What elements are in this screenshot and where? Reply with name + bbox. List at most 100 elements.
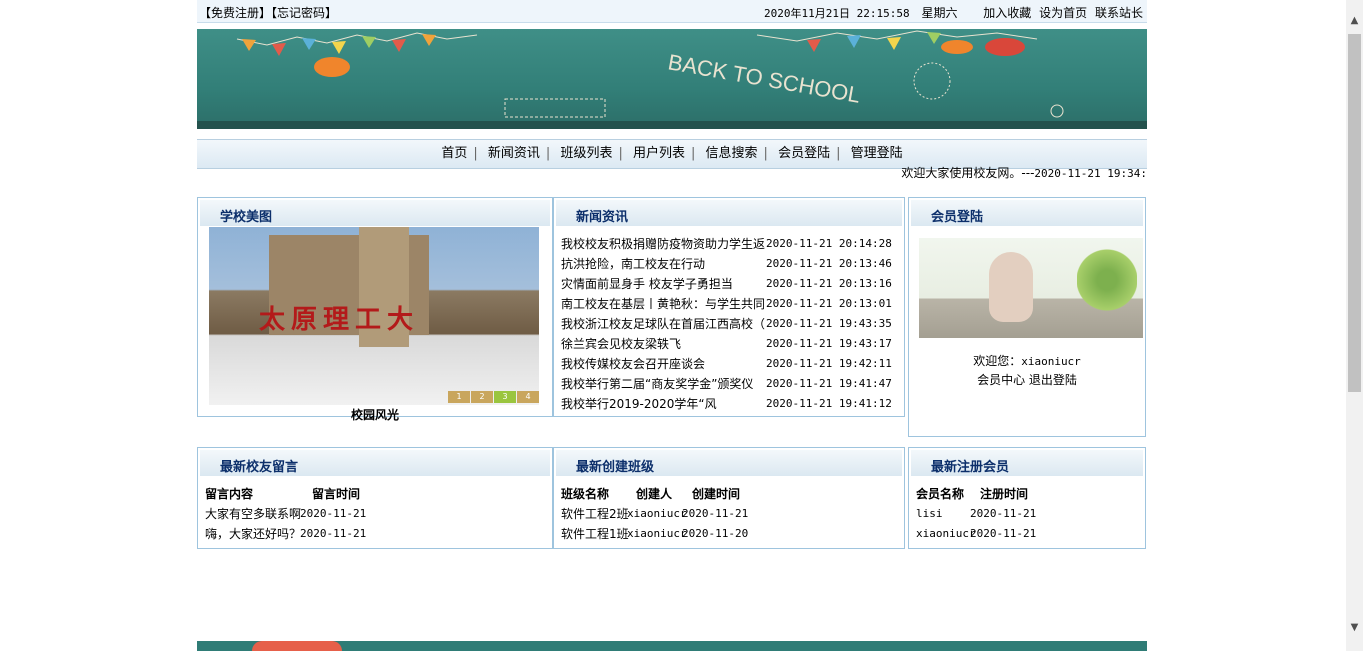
contact-admin-link[interactable]: 联系站长 [1095,6,1143,20]
panel-title: 会员登陆 [931,210,984,225]
slideshow-pager: 1 2 3 4 [447,391,539,403]
class-name-link[interactable]: 软件工程2班 [561,504,629,524]
latest-messages-panel: 最新校友留言 留言内容 留言时间 大家有空多联系啊 2020-11-21 嗨，大… [197,447,553,549]
message-content-link[interactable]: 嗨，大家还好吗？ [205,524,301,544]
nav-item-users[interactable]: 用户列表 [629,140,689,168]
scrollbar-thumb[interactable] [1348,34,1361,392]
slide-dot-3[interactable]: 3 [494,391,516,403]
news-item: 灾情面前显身手 校友学子勇担当 2020-11-21 20:13:16 [561,274,892,294]
marquee-text: 欢迎大家使用校友网。--- [901,166,1035,180]
slide-dot-2[interactable]: 2 [471,391,493,403]
news-title-link[interactable]: 我校举行第二届“商友奖学金”颁奖仪 [561,374,766,394]
panel-title: 学校美图 [220,210,273,225]
footer-banner-image [197,641,1147,651]
news-title-link[interactable]: 抗洪抢险，南工校友在行动 [561,254,766,274]
member-banner-image [919,238,1143,338]
news-title-link[interactable]: 我校校友积极捐赠防疫物资助力学生返 [561,234,766,254]
forgot-password-link[interactable]: 【忘记密码】 [271,6,337,20]
class-created-time: 2020-11-20 [682,527,749,540]
message-time: 2020-11-21 [300,527,367,540]
news-item: 南工校友在基层丨黄艳秋：与学生共同 2020-11-21 20:13:01 [561,294,892,314]
panel-header: 最新校友留言 [200,450,550,476]
panel-title: 最新校友留言 [220,460,299,475]
news-item: 我校举行2019-2020学年“风 2020-11-21 19:41:12 [561,394,892,414]
panel-title: 最新创建班级 [576,460,655,475]
news-date: 2020-11-21 19:41:12 [766,397,892,410]
news-list: 我校校友积极捐赠防疫物资助力学生返 2020-11-21 20:14:28 抗洪抢… [561,234,892,414]
nav-separator: | [473,146,478,161]
panel-header: 最新注册会员 [911,450,1143,476]
marquee-time: 2020-11-21 19:34: [1034,167,1147,180]
news-title-link[interactable]: 南工校友在基层丨黄艳秋：与学生共同 [561,294,766,314]
news-item: 我校举行第二届“商友奖学金”颁奖仪 2020-11-21 19:41:47 [561,374,892,394]
welcome-marquee: 欢迎大家使用校友网。---2020-11-21 19:34: [747,164,1147,181]
register-link[interactable]: 【免费注册】 [199,6,271,20]
slide-dot-1[interactable]: 1 [448,391,470,403]
banner-chalk-tray [197,121,1147,129]
class-name-link[interactable]: 软件工程1班 [561,524,629,544]
member-name-link[interactable]: lisi [916,504,943,524]
logout-link[interactable]: 退出登陆 [1029,373,1077,387]
latest-classes-panel: 最新创建班级 班级名称 创建人 创建时间 软件工程2班 xiaoniucr 20… [553,447,905,549]
nav-item-news[interactable]: 新闻资讯 [484,140,544,168]
school-photos-panel: 学校美图 太原理工大 1 2 3 4 校园风光 [197,197,553,422]
member-register-time: 2020-11-21 [970,507,1037,520]
news-date: 2020-11-21 19:43:35 [766,317,892,330]
news-title-link[interactable]: 我校举行2019-2020学年“风 [561,394,766,414]
top-bar: 【免费注册】【忘记密码】 2020年11月21日 22:15:58 星期六 加入… [197,0,1147,23]
current-weekday: 星期六 [921,6,958,20]
member-info: 欢迎您：xiaoniucr 会员中心 退出登陆 [909,352,1145,389]
news-item: 徐兰宾会见校友梁轶飞 2020-11-21 19:43:17 [561,334,892,354]
news-title-link[interactable]: 我校传媒校友会召开座谈会 [561,354,766,374]
news-date: 2020-11-21 20:14:28 [766,237,892,250]
member-register-time: 2020-11-21 [970,527,1037,540]
page-scrollbar[interactable]: ▲ ▼ [1346,0,1363,651]
ivy-leaves-shape [1077,240,1137,320]
nav-separator: | [618,146,623,161]
column-header: 留言时间 [312,487,361,501]
scroll-down-icon[interactable]: ▼ [1346,619,1363,636]
news-date: 2020-11-21 20:13:01 [766,297,892,310]
column-header: 会员名称 [916,487,965,501]
current-datetime: 2020年11月21日 22:15:58 [764,7,910,20]
class-creator: xiaoniucr [627,527,687,540]
news-item: 我校浙江校友足球队在首届江西高校（ 2020-11-21 19:43:35 [561,314,892,334]
nav-separator: | [545,146,551,161]
photo-caption: 校园风光 [350,408,399,422]
column-header: 班级名称 [561,487,610,501]
news-item: 抗洪抢险，南工校友在行动 2020-11-21 20:13:46 [561,254,892,274]
campus-sign-text: 太原理工大 [259,305,420,335]
panel-header: 学校美图 [200,200,550,226]
news-date: 2020-11-21 20:13:16 [766,277,892,290]
set-homepage-link[interactable]: 设为首页 [1039,6,1087,20]
news-item: 我校传媒校友会召开座谈会 2020-11-21 19:42:11 [561,354,892,374]
bunny-toy-shape [989,252,1033,322]
panel-header: 新闻资讯 [556,200,902,226]
news-date: 2020-11-21 19:41:47 [766,377,892,390]
slide-dot-4[interactable]: 4 [517,391,539,403]
top-bar-left: 【免费注册】【忘记密码】 [199,4,337,21]
news-title-link[interactable]: 我校浙江校友足球队在首届江西高校（ [561,314,766,334]
column-header: 创建时间 [692,487,741,501]
panel-header: 会员登陆 [911,200,1143,226]
campus-photo-slideshow[interactable]: 太原理工大 1 2 3 4 [209,227,539,405]
nav-item-home[interactable]: 首页 [437,140,471,168]
news-title-link[interactable]: 灾情面前显身手 校友学子勇担当 [561,274,766,294]
column-header: 注册时间 [980,487,1029,501]
logged-in-username: xiaoniucr [1021,355,1081,368]
member-name-link[interactable]: xiaoniucr [916,524,976,544]
panel-title: 最新注册会员 [931,460,1010,475]
member-center-link[interactable]: 会员中心 [977,373,1025,387]
svg-text:BACK TO SCHOOL: BACK TO SCHOOL [666,49,862,107]
news-date: 2020-11-21 19:42:11 [766,357,892,370]
news-date: 2020-11-21 20:13:46 [766,257,892,270]
class-created-time: 2020-11-21 [682,507,749,520]
message-content-link[interactable]: 大家有空多联系啊 [205,504,301,524]
nav-item-classes[interactable]: 班级列表 [556,140,616,168]
welcome-label: 欢迎您： [973,354,1022,368]
news-title-link[interactable]: 徐兰宾会见校友梁轶飞 [561,334,766,354]
top-bar-right: 2020年11月21日 22:15:58 星期六 加入收藏 设为首页 联系站长 [764,4,1143,21]
scroll-up-icon[interactable]: ▲ [1346,12,1363,29]
add-favorite-link[interactable]: 加入收藏 [983,6,1031,20]
panel-title: 新闻资讯 [576,210,629,225]
